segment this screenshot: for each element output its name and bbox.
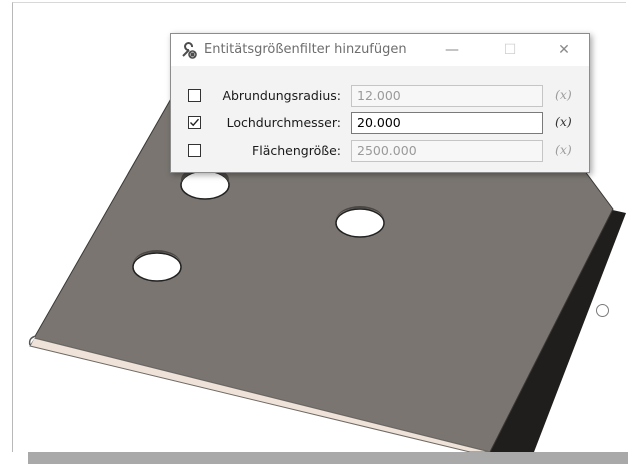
hole-diameter-checkbox[interactable]	[188, 116, 201, 129]
hole-diameter-variable-button[interactable]: (x)	[555, 114, 572, 129]
status-strip	[28, 452, 628, 464]
hole-2[interactable]	[335, 206, 385, 238]
face-area-input[interactable]: 2500.000	[351, 140, 543, 162]
close-icon: ✕	[558, 42, 570, 58]
check-icon	[190, 118, 200, 127]
maximize-button: ☐	[487, 34, 533, 66]
hole-3[interactable]	[132, 250, 182, 282]
dialog-titlebar[interactable]: Entitätsgrößenfilter hinzufügen — ☐ ✕	[171, 34, 589, 66]
minimize-button[interactable]: —	[429, 34, 475, 66]
fillet-radius-label: Abrundungsradius:	[222, 88, 341, 103]
fillet-radius-variable-button[interactable]: (x)	[555, 87, 572, 102]
selection-handle[interactable]	[596, 304, 609, 317]
row-hole-diameter: Lochdurchmesser: 20.000 (x)	[171, 112, 589, 134]
row-face-area: Flächengröße: 2500.000 (x)	[171, 140, 589, 162]
face-area-label: Flächengröße:	[252, 143, 341, 158]
close-button[interactable]: ✕	[541, 34, 587, 66]
fillet-radius-checkbox[interactable]	[188, 89, 201, 102]
face-area-variable-button[interactable]: (x)	[555, 142, 572, 157]
fillet-radius-input[interactable]: 12.000	[351, 85, 543, 107]
minimize-icon: —	[445, 42, 459, 58]
dialog-title: Entitätsgrößenfilter hinzufügen	[204, 42, 407, 57]
row-fillet-radius: Abrundungsradius: 12.000 (x)	[171, 85, 589, 107]
maximize-icon: ☐	[503, 42, 517, 58]
wrench-gear-icon	[182, 42, 197, 59]
hole-diameter-label: Lochdurchmesser:	[226, 115, 341, 130]
hole-diameter-input[interactable]: 20.000	[351, 112, 543, 134]
add-size-filter-dialog: Entitätsgrößenfilter hinzufügen — ☐ ✕ Ab…	[170, 33, 590, 173]
face-area-checkbox[interactable]	[188, 144, 201, 157]
